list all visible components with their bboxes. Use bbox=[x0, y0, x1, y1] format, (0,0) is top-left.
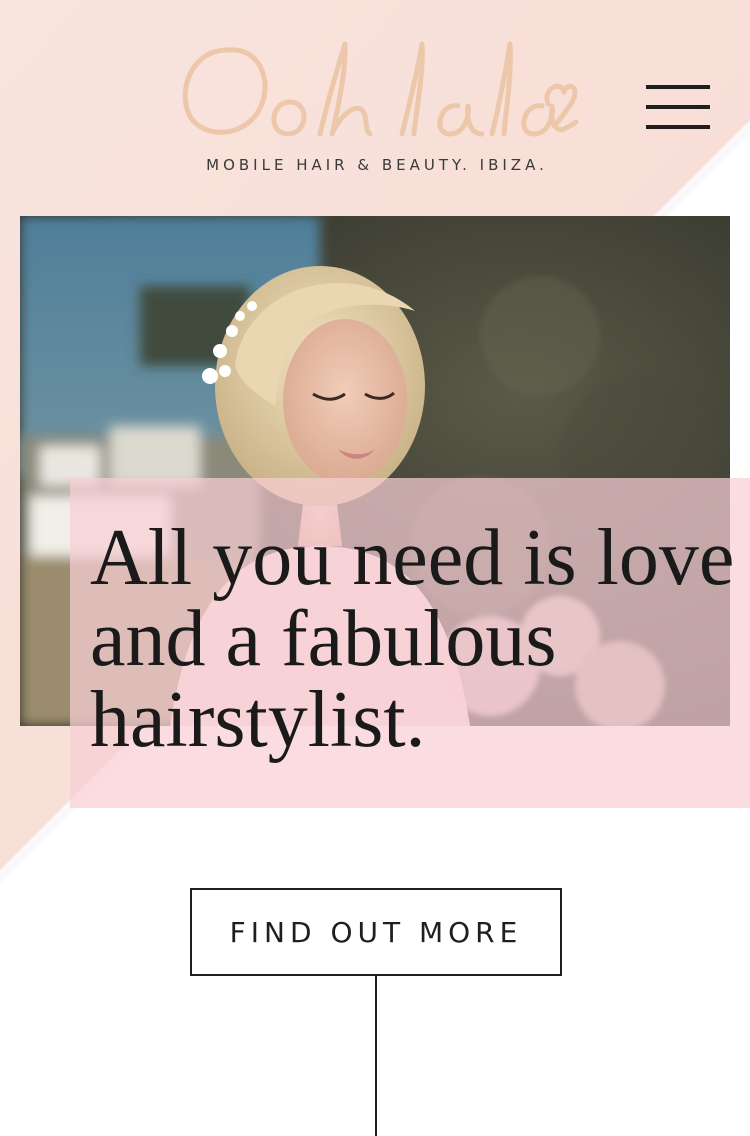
hero-quote: All you need is love and a fabulous hair… bbox=[90, 514, 735, 764]
hero-quote-box: All you need is love and a fabulous hair… bbox=[70, 478, 750, 808]
logo-script bbox=[182, 41, 579, 137]
brand-logo[interactable] bbox=[170, 30, 580, 150]
brand-tagline: MOBILE HAIR & BEAUTY. IBIZA. bbox=[206, 156, 548, 174]
site-header: MOBILE HAIR & BEAUTY. IBIZA. bbox=[0, 0, 750, 200]
menu-button[interactable] bbox=[640, 82, 716, 134]
find-out-more-button[interactable]: FIND OUT MORE bbox=[190, 888, 562, 976]
cta-connector-line bbox=[375, 974, 377, 1136]
